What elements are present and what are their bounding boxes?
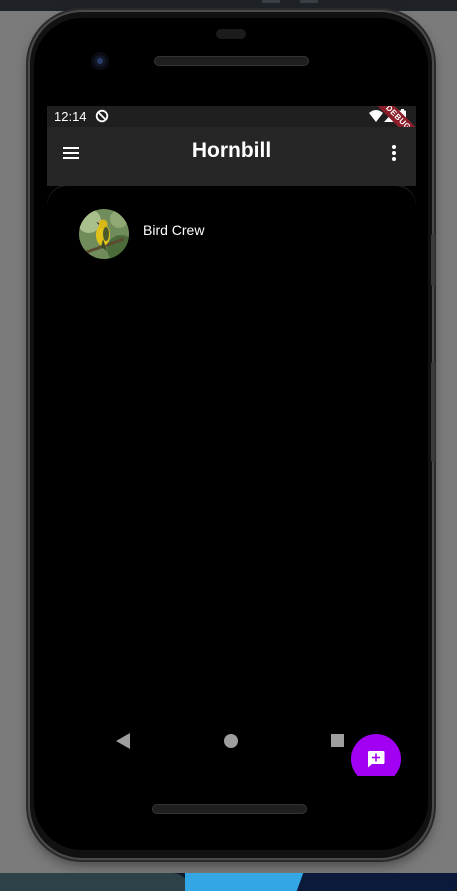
- system-nav-bar: [47, 718, 416, 766]
- emulator-top-strip: [0, 0, 457, 11]
- back-icon[interactable]: [116, 733, 130, 749]
- conversation-list: Bird Crew: [47, 186, 416, 776]
- power-button[interactable]: [431, 234, 435, 286]
- more-vert-icon[interactable]: [387, 142, 401, 164]
- top-speaker-grille: [154, 56, 309, 66]
- app-bar-underlay: [47, 178, 416, 186]
- front-camera: [91, 52, 109, 70]
- avatar: [79, 209, 129, 259]
- phone-sensor: [216, 29, 246, 39]
- conversation-name: Bird Crew: [143, 222, 205, 238]
- status-bar: 12:14 DEBUG: [47, 106, 416, 151]
- conversation-item[interactable]: Bird Crew: [47, 206, 416, 262]
- bottom-speaker-grille: [152, 804, 307, 814]
- bird-avatar-image: [79, 209, 129, 259]
- phone-screen: 12:14 DEBUG Hornbill Bird Crew: [47, 106, 416, 776]
- volume-button[interactable]: [431, 362, 435, 462]
- home-icon[interactable]: [224, 734, 238, 748]
- wifi-icon: [369, 110, 383, 122]
- recents-icon[interactable]: [331, 734, 344, 747]
- emulator-window: 12:14 DEBUG Hornbill Bird Crew: [0, 0, 457, 891]
- app-title: Hornbill: [191, 139, 272, 162]
- sync-icon: [95, 109, 109, 123]
- app-bar: Hornbill: [47, 127, 416, 178]
- desktop-background-strip: [0, 873, 457, 891]
- status-time: 12:14: [54, 109, 87, 124]
